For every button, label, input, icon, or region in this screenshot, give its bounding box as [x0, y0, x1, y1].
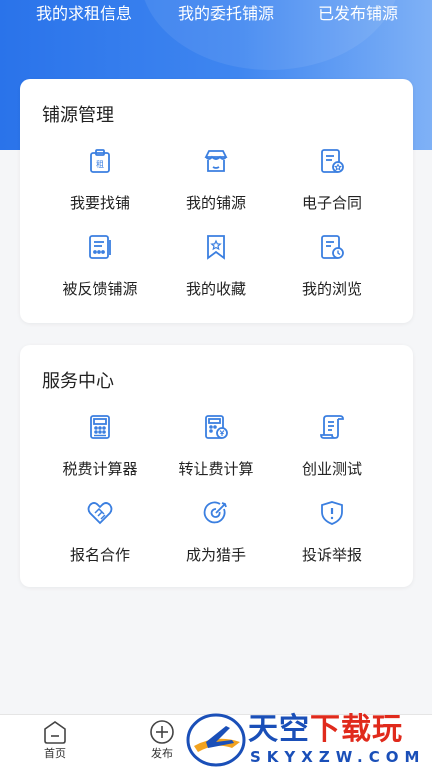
- calculator-icon: [90, 415, 110, 439]
- target-icon: [203, 501, 227, 524]
- shop-management-card: 铺源管理 租 我要找铺 我的铺源 电子合同 被反馈铺源 我的收藏 我的浏览: [20, 79, 413, 323]
- item-label: 电子合同: [301, 194, 362, 212]
- watermark-title-b: 下载玩: [310, 712, 403, 747]
- svg-text:租: 租: [96, 160, 104, 169]
- item-label: 我要找铺: [69, 194, 130, 212]
- tax-calculator-button[interactable]: 税费计算器: [35, 413, 165, 493]
- scroll-icon: [320, 415, 344, 439]
- tab-published-shops[interactable]: 已发布铺源: [318, 4, 398, 24]
- become-hunter-button[interactable]: 成为猎手: [151, 499, 281, 579]
- feedback-icon: [89, 235, 111, 259]
- tab-my-entrusted-shops[interactable]: 我的委托铺源: [178, 4, 274, 24]
- my-favorites-button[interactable]: 我的收藏: [151, 233, 281, 313]
- history-icon: [321, 235, 344, 259]
- item-label: 报名合作: [69, 546, 130, 564]
- my-shops-button[interactable]: 我的铺源: [151, 147, 281, 227]
- watermark-title-a: 天空: [248, 712, 310, 747]
- watermark-title: 天空下载玩: [248, 712, 403, 748]
- item-label: 被反馈铺源: [62, 280, 138, 298]
- startup-test-button[interactable]: 创业测试: [267, 413, 397, 493]
- nav-label: 首页: [44, 747, 66, 760]
- nav-home[interactable]: 首页: [25, 719, 85, 761]
- item-label: 我的浏览: [301, 280, 362, 298]
- item-label: 投诉举报: [301, 546, 362, 564]
- complaint-report-button[interactable]: 投诉举报: [267, 499, 397, 579]
- apply-cooperation-button[interactable]: 报名合作: [35, 499, 165, 579]
- item-label: 创业测试: [301, 460, 362, 478]
- tab-my-rent-requests[interactable]: 我的求租信息: [36, 4, 132, 24]
- shield-alert-icon: [321, 501, 343, 525]
- item-label: 转让费计算: [178, 460, 254, 478]
- fee-calculator-icon: [205, 415, 228, 439]
- home-icon: [44, 721, 66, 744]
- watermark-logo-icon: [186, 713, 246, 767]
- item-label: 成为猎手: [185, 546, 246, 564]
- e-contract-button[interactable]: 电子合同: [267, 147, 397, 227]
- item-label: 税费计算器: [62, 460, 138, 478]
- card-title: 服务中心: [42, 371, 114, 392]
- site-watermark: 天空下载玩 SKYXZW.COM: [186, 712, 432, 768]
- nav-label: 发布: [151, 747, 173, 760]
- item-label: 我的铺源: [185, 194, 246, 212]
- top-tabs: 我的求租信息 我的委托铺源 已发布铺源: [0, 0, 432, 30]
- rent-sign-icon: 租: [90, 149, 110, 173]
- feedback-shops-button[interactable]: 被反馈铺源: [35, 233, 165, 313]
- item-label: 我的收藏: [185, 280, 246, 298]
- bookmark-icon: [207, 235, 225, 260]
- handshake-icon: [87, 502, 113, 525]
- transfer-fee-calculator-button[interactable]: 转让费计算: [151, 413, 281, 493]
- service-center-card: 服务中心 税费计算器 转让费计算 创业测试 报名合作 成为猎手 投诉举报: [20, 345, 413, 587]
- watermark-url: SKYXZW.COM: [250, 748, 426, 766]
- find-shop-button[interactable]: 租 我要找铺: [35, 147, 165, 227]
- card-title: 铺源管理: [42, 105, 114, 126]
- plus-circle-icon: [150, 720, 174, 744]
- my-browsing-button[interactable]: 我的浏览: [267, 233, 397, 313]
- nav-publish[interactable]: 发布: [132, 719, 192, 761]
- contract-icon: [321, 149, 344, 173]
- storefront-icon: [204, 150, 228, 172]
